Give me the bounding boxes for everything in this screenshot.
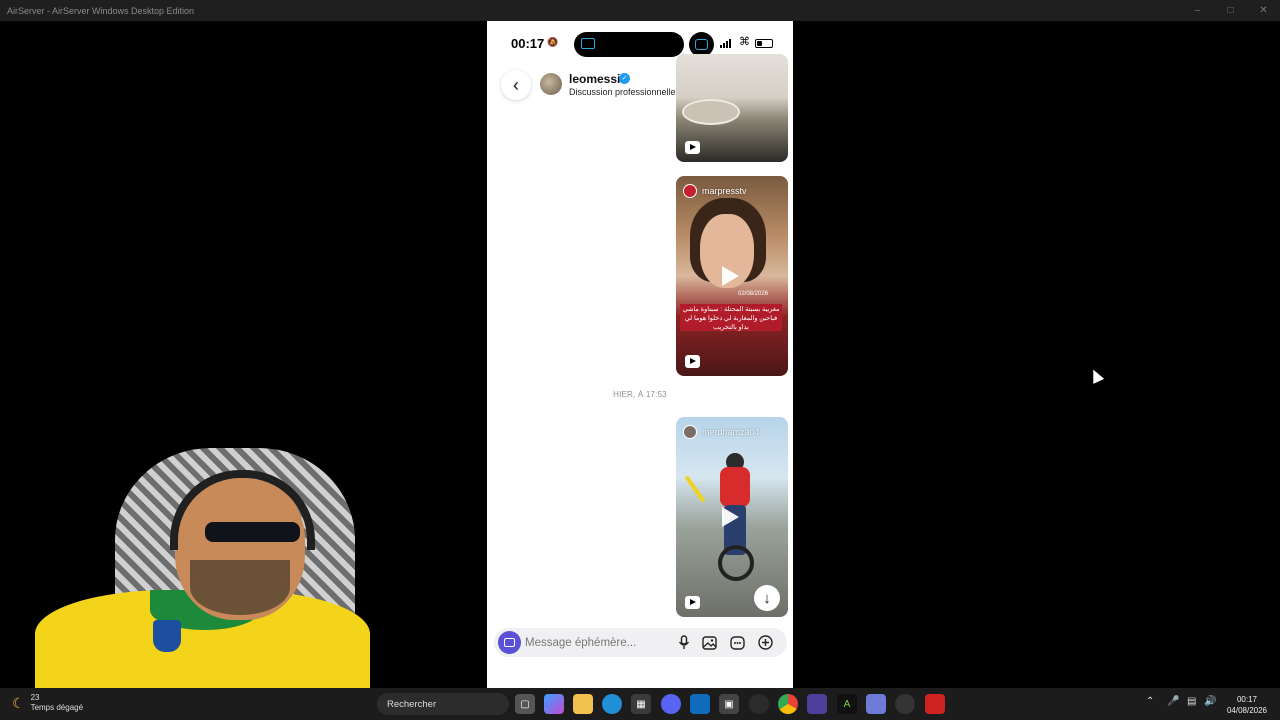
camera-button[interactable]	[498, 631, 521, 654]
phone-screen: 00:17 🔕 ⌘ ‹ leomessi ✓ Discussion profes…	[487, 21, 793, 688]
chrome-icon[interactable]	[778, 694, 798, 714]
task-view-icon[interactable]: ▢	[515, 694, 535, 714]
chevron-left-icon: ‹	[513, 74, 519, 95]
reel-thumbnail-rider	[720, 467, 750, 507]
reel-date: 02/08/2026	[738, 291, 769, 297]
reel-thumbnail	[682, 99, 740, 125]
signal-icon	[720, 39, 731, 48]
reel-author: marpresstv	[683, 184, 747, 198]
battery-icon	[755, 39, 773, 48]
volume-icon[interactable]: 🔊	[1204, 696, 1216, 707]
minimize-icon[interactable]: –	[1181, 0, 1214, 21]
arrow-down-icon: ↓	[763, 589, 771, 607]
plus-icon[interactable]	[757, 634, 774, 651]
contact-subtitle: Discussion professionnelle	[569, 87, 676, 97]
reel-message[interactable]: merdhamza04 ↓	[676, 417, 788, 617]
wifi-icon: ⌘	[739, 36, 750, 48]
outlook-icon[interactable]	[690, 694, 710, 714]
play-icon[interactable]	[722, 507, 739, 527]
chevron-up-icon[interactable]: ⌃	[1146, 696, 1154, 707]
airserver-icon[interactable]	[866, 694, 886, 714]
game-icon[interactable]	[807, 694, 827, 714]
moon-icon: ☾	[12, 694, 25, 711]
microphone-tray-icon[interactable]: 🎤	[1167, 696, 1179, 707]
discord-icon[interactable]	[661, 694, 681, 714]
file-explorer-icon[interactable]	[573, 694, 593, 714]
airserver-window: AirServer - AirServer Windows Desktop Ed…	[0, 0, 1280, 720]
reel-thumbnail-arrow	[684, 475, 706, 503]
taskbar-search[interactable]: Rechercher	[377, 693, 509, 715]
message-composer	[494, 628, 787, 657]
network-icon[interactable]: ▤	[1187, 696, 1196, 707]
copilot-icon[interactable]	[544, 694, 564, 714]
taskbar-search-label: Rechercher	[387, 698, 437, 710]
message-input[interactable]	[525, 634, 665, 651]
clock-time: 00:17	[1236, 695, 1258, 704]
back-button[interactable]: ‹	[501, 70, 531, 100]
reel-author-avatar	[683, 425, 697, 439]
camera-icon	[504, 638, 515, 647]
taskbar: ☾ 23 Temps dégagé Rechercher ▢ ▦ ▣ A ⌃ 🎤…	[0, 688, 1280, 720]
clock-date: 04/08/2026	[1226, 706, 1268, 715]
store-icon[interactable]: ▦	[631, 694, 651, 714]
message-timestamp: HIER, À 17:53	[613, 390, 667, 399]
sticker-icon[interactable]	[729, 634, 746, 651]
reel-thumbnail-wheel	[718, 545, 754, 581]
reel-icon	[685, 596, 700, 609]
contact-username[interactable]: leomessi	[569, 72, 620, 86]
reel-message[interactable]	[676, 54, 788, 162]
dynamic-island	[574, 32, 684, 57]
reel-author-name: merdhamza04	[702, 427, 760, 437]
microphone-icon[interactable]	[675, 634, 692, 651]
play-icon[interactable]	[722, 266, 739, 286]
maximize-icon[interactable]: □	[1214, 0, 1247, 21]
steam-icon[interactable]	[895, 694, 915, 714]
edge-icon[interactable]	[602, 694, 622, 714]
scroll-down-button[interactable]: ↓	[754, 585, 780, 611]
mirroring-activity-icon	[695, 39, 708, 50]
window-title-bar: AirServer - AirServer Windows Desktop Ed…	[0, 0, 1280, 21]
verified-icon: ✓	[619, 73, 630, 84]
image-icon[interactable]	[701, 634, 718, 651]
webcam-overlay	[0, 440, 380, 690]
mouse-cursor	[1087, 367, 1105, 384]
webcam-beard	[190, 560, 290, 615]
weather-widget[interactable]: ☾ 23 Temps dégagé	[12, 693, 83, 713]
reel-author-avatar	[683, 184, 697, 198]
reel-author-name: marpresstv	[702, 186, 747, 196]
screen-mirroring-icon	[581, 38, 595, 49]
reel-icon	[685, 355, 700, 368]
app-a-icon[interactable]: A	[837, 694, 857, 714]
silent-bell-icon: 🔕	[547, 37, 559, 47]
webcam-crest	[153, 620, 181, 652]
reel-message[interactable]: marpresstv 02/08/2026 مغربية بسبتة المحت…	[676, 176, 788, 376]
reel-author: merdhamza04	[683, 425, 760, 439]
taskbar-clock[interactable]: 00:17 04/08/2026	[1222, 694, 1272, 716]
window-title: AirServer - AirServer Windows Desktop Ed…	[7, 5, 195, 16]
avatar[interactable]	[540, 73, 562, 95]
media-app-icon[interactable]	[925, 694, 945, 714]
close-icon[interactable]: ✕	[1247, 0, 1280, 21]
status-time: 00:17	[511, 36, 545, 51]
app-icon[interactable]: ▣	[719, 694, 739, 714]
weather-temp: 23	[30, 693, 40, 702]
obs-icon[interactable]	[749, 694, 769, 714]
reel-caption: مغربية بسبتة المحتلة : سبتاوة ماشي فباحي…	[680, 304, 782, 331]
weather-label: Temps dégagé	[30, 703, 84, 712]
reel-icon	[685, 141, 700, 154]
window-controls: – □ ✕	[1181, 0, 1280, 21]
